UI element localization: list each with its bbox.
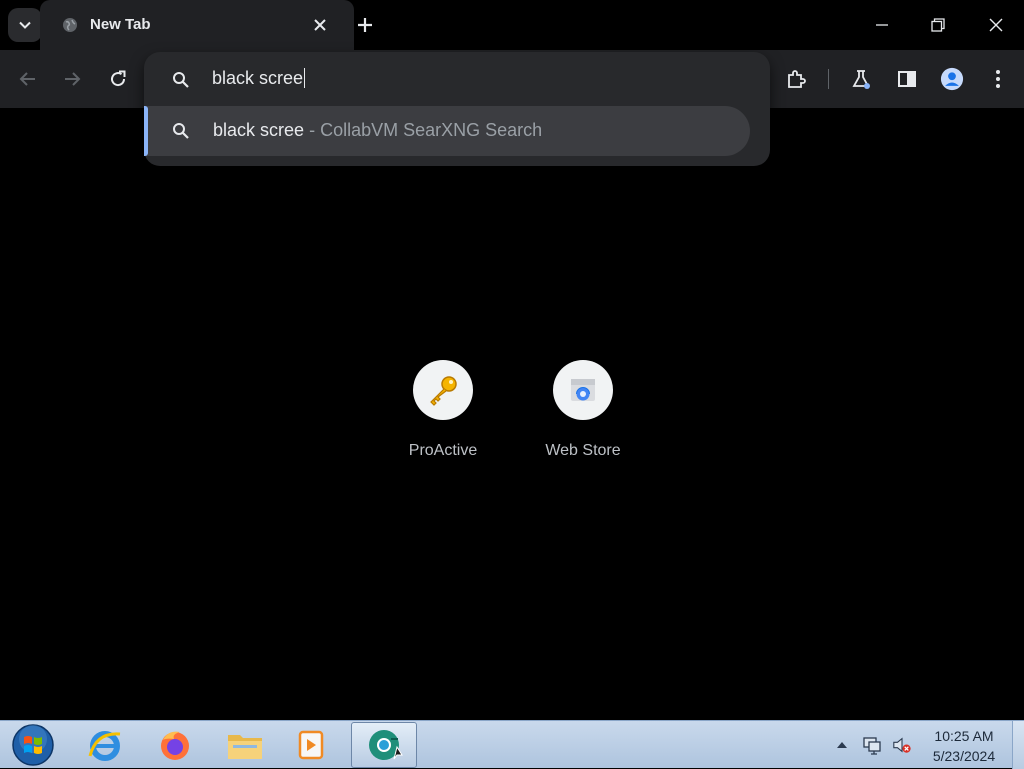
shortcut-proactive[interactable]: ProActive (383, 360, 503, 470)
omnibox-suggestion[interactable]: black scree - CollabVM SearXNG Search (144, 106, 750, 156)
tab-new-tab[interactable]: New Tab (40, 0, 354, 50)
shortcut-label: Web Store (545, 442, 621, 459)
taskbar-internet-explorer[interactable] (72, 722, 138, 768)
menu-button[interactable] (986, 67, 1010, 91)
show-hidden-icons-button[interactable] (832, 735, 852, 755)
address-bar-input[interactable]: black scree (212, 68, 306, 89)
title-bar: New Tab (0, 0, 1024, 50)
back-button[interactable] (16, 67, 40, 91)
start-button[interactable] (8, 723, 58, 767)
taskbar-chrome[interactable] (351, 722, 417, 768)
profile-icon (940, 67, 964, 91)
labs-flask-icon (852, 70, 870, 89)
menu-dots-icon (996, 70, 1000, 88)
reload-icon (111, 70, 126, 87)
taskbar: 10:25 AM 5/23/2024 (0, 720, 1024, 769)
toolbar-divider (828, 69, 829, 89)
globe-icon (63, 18, 77, 32)
suggestion-separator: - (309, 120, 316, 140)
restore-icon (931, 18, 945, 32)
chevron-up-icon (837, 742, 847, 748)
close-icon (989, 18, 1003, 32)
restore-button[interactable] (923, 10, 953, 40)
taskbar-firefox[interactable] (142, 722, 208, 768)
selected-indicator (144, 106, 148, 156)
shortcut-web-store[interactable]: Web Store (523, 360, 643, 470)
chevron-down-icon (19, 21, 31, 29)
side-panel-button[interactable] (895, 67, 919, 91)
reload-button[interactable] (106, 67, 130, 91)
suggestion-query: black scree (213, 120, 305, 140)
tab-search-button[interactable] (8, 8, 42, 42)
firefox-icon (161, 731, 189, 760)
key-icon (430, 376, 457, 406)
tab-title: New Tab (90, 16, 151, 33)
profile-button[interactable] (940, 67, 964, 91)
volume-tray-icon[interactable] (892, 735, 912, 755)
shortcut-tile (413, 360, 473, 420)
minimize-button[interactable] (867, 10, 897, 40)
minimize-icon (876, 24, 888, 26)
suggestion-engine: CollabVM SearXNG Search (320, 120, 543, 140)
taskbar-media-player[interactable] (278, 722, 344, 768)
extensions-icon (788, 70, 806, 88)
back-arrow-icon (19, 72, 35, 86)
network-tray-icon[interactable] (862, 735, 882, 755)
show-desktop-button[interactable] (1012, 721, 1024, 769)
volume-muted-icon (893, 737, 911, 753)
close-tab-icon[interactable] (312, 17, 328, 33)
search-icon (173, 123, 189, 139)
labs-button[interactable] (849, 67, 873, 91)
network-icon (863, 737, 881, 755)
omnibox-dropdown: black scree black scree - CollabVM SearX… (144, 52, 770, 166)
search-icon (173, 72, 189, 88)
close-window-button[interactable] (981, 10, 1011, 40)
file-explorer-icon (228, 735, 262, 759)
clock-time: 10:25 AM (934, 728, 994, 744)
windows-start-orb-icon (12, 724, 54, 766)
internet-explorer-icon (88, 731, 121, 761)
shortcut-label: ProActive (408, 442, 478, 459)
web-store-icon (571, 379, 595, 401)
suggestion-text: black scree - CollabVM SearXNG Search (213, 120, 542, 141)
new-tab-plus-icon[interactable] (354, 14, 376, 36)
media-player-icon (298, 730, 324, 760)
forward-button[interactable] (60, 67, 84, 91)
address-bar-text: black scree (212, 68, 304, 88)
taskbar-file-explorer[interactable] (212, 722, 278, 768)
clock-date: 5/23/2024 (932, 748, 996, 764)
extensions-button[interactable] (784, 67, 808, 91)
chrome-icon (369, 730, 403, 760)
text-caret (304, 68, 306, 88)
taskbar-clock[interactable]: 10:25 AM 5/23/2024 (922, 726, 1006, 766)
forward-arrow-icon (65, 72, 81, 86)
shortcut-tile (553, 360, 613, 420)
side-panel-icon (898, 71, 916, 87)
